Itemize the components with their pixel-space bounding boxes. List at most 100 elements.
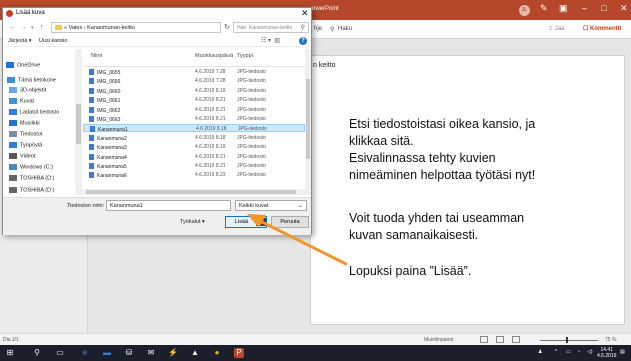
notifications-icon[interactable]: ▤ [620, 349, 625, 355]
pictures-icon [9, 98, 17, 104]
volume-icon[interactable]: ◁) [587, 349, 593, 355]
refresh-icon[interactable]: ↻ [224, 23, 230, 31]
sorter-view-icon[interactable] [496, 336, 504, 343]
file-row[interactable]: IMG_0660 4.6.2019 8.19 JPG-tiedosto [83, 87, 305, 95]
file-list-scrollbar[interactable] [305, 49, 311, 189]
zoom-slider-knob[interactable] [566, 337, 568, 343]
scroll-thumb[interactable] [306, 79, 310, 159]
image-file-icon [89, 163, 94, 169]
app-icon[interactable]: ⚡ [168, 348, 178, 358]
zoom-slider[interactable] [540, 340, 598, 341]
nav-item[interactable]: Ladatut tiedosto [9, 109, 59, 115]
nav-item-label: Työpöytä [20, 142, 43, 149]
edge-icon[interactable]: e [80, 348, 90, 358]
search-icon[interactable]: ⚲ [330, 26, 334, 33]
instruction-line-7: Lopuksi paina ”Lisää”. [349, 264, 472, 278]
network-icon[interactable]: ◔ [577, 349, 580, 355]
nav-item[interactable]: Työpöytä [9, 142, 42, 148]
file-type: JPG-tiedosto [237, 87, 266, 94]
file-row[interactable]: IMG_0655 4.6.2019 7.28 JPG-tiedosto [83, 68, 305, 76]
start-icon[interactable]: ⊞ [5, 348, 15, 358]
tools-button[interactable]: Työkalut ▾ [180, 219, 205, 225]
photos-icon[interactable]: ▲ [190, 348, 200, 358]
back-icon[interactable]: ← [9, 24, 16, 31]
nav-item[interactable]: Tämä tietokone [7, 77, 56, 83]
column-header-type[interactable]: Tyyppi [237, 53, 253, 59]
nav-item[interactable]: TOSHIBA (D:) [9, 187, 54, 193]
file-row[interactable]: Kananmuna4 4.6.2019 8.21 JPG-tiedosto [83, 153, 305, 161]
notes-button[interactable]: Muistiinpanot [424, 337, 453, 343]
file-row[interactable]: Kananmuna3 4.6.2019 8.19 JPG-tiedosto [83, 143, 305, 151]
ribbon-display-icon[interactable]: ▣ [559, 3, 568, 14]
taskbar-clock[interactable]: 14.41 4.6.2019 [597, 347, 616, 359]
search-taskbar-icon[interactable]: ⚲ [32, 348, 42, 358]
organize-button[interactable]: Järjestä ▾ [8, 38, 32, 44]
comments-button[interactable]: ☐ Kommentit [583, 25, 621, 32]
powerpoint-taskbar-icon[interactable]: P [234, 348, 244, 358]
image-file-icon [89, 116, 94, 122]
navigation-scrollbar[interactable] [75, 49, 82, 189]
maximize-icon[interactable]: □ [601, 3, 606, 13]
scroll-thumb[interactable] [76, 104, 81, 144]
search-input[interactable]: Hae: Kananmunan-keitto ⚲ [233, 22, 309, 33]
pen-icon[interactable]: ✎ [540, 3, 548, 14]
horizontal-scrollbar[interactable] [76, 189, 311, 195]
new-folder-button[interactable]: Uusi kansio [39, 38, 67, 44]
chrome-icon[interactable]: ● [212, 348, 222, 358]
tab-search[interactable]: Haku [338, 26, 352, 32]
filename-input[interactable]: Kananmuna1 [106, 200, 231, 211]
scroll-thumb[interactable] [86, 190, 296, 194]
file-row[interactable]: Kananmuna5 4.6.2019 8.21 JPG-tiedosto [83, 162, 305, 170]
view-options-icon[interactable]: ☷ ▾ ▥ [261, 37, 280, 44]
help-icon[interactable]: ? [299, 37, 307, 45]
close-icon[interactable]: ✕ [301, 8, 309, 19]
file-row[interactable]: IMG_0656 4.6.2019 7.28 JPG-tiedosto [83, 77, 305, 85]
comments-label: Kommentit [590, 26, 622, 32]
nav-item[interactable]: Kuvat [9, 98, 34, 104]
nav-item[interactable]: Videot [9, 153, 36, 159]
instruction-line-2: klikkaa sitä. [349, 134, 414, 148]
reading-view-icon[interactable] [512, 336, 520, 343]
nav-item[interactable]: Musiikki [9, 120, 40, 126]
dialog-toolbar: Järjestä ▾ Uusi kansio ☷ ▾ ▥ ? [3, 35, 311, 47]
file-row[interactable]: Kananmuna2 4.6.2019 8.18 JPG-tiedosto [83, 134, 305, 142]
user-avatar[interactable]: JL [519, 5, 530, 16]
filetype-select[interactable]: Kaikki kuvat ⌄ [235, 200, 307, 211]
file-row[interactable]: IMG_0662 4.6.2019 8.21 JPG-tiedosto [83, 106, 305, 114]
forward-icon[interactable]: → [20, 24, 27, 31]
column-header-date[interactable]: Muokkauspäivä [195, 53, 233, 59]
nav-item[interactable]: Windows (C:) [9, 164, 53, 170]
nav-item[interactable]: 3D-objektit [9, 87, 46, 93]
address-path[interactable]: « Vates › Kananmunan-keitto [51, 22, 221, 33]
recent-dropdown-icon[interactable]: ▾ [31, 25, 34, 31]
add-button[interactable]: Lisää ▾ [225, 216, 267, 228]
file-row[interactable]: Kananmuna1 4.6.2019 8.18 JPG-tiedosto [83, 124, 305, 133]
tab-help[interactable]: hje [314, 26, 322, 32]
slide-canvas[interactable] [310, 55, 625, 325]
store-icon[interactable]: ⛁ [124, 348, 134, 358]
file-row[interactable]: Kananmuna6 4.6.2019 8.23 JPG-tiedosto [83, 171, 305, 179]
zoom-level[interactable]: 75 % [605, 337, 616, 343]
normal-view-icon[interactable] [480, 336, 488, 343]
task-view-icon[interactable]: ▭ [55, 348, 65, 358]
file-date: 4.6.2019 8.19 [195, 87, 226, 94]
nav-item[interactable]: OneDrive [6, 62, 40, 68]
share-button[interactable]: ⇪ Jaa [548, 25, 564, 32]
up-icon[interactable]: ↑ [40, 24, 44, 31]
tray-arrow-icon[interactable]: ^ [555, 349, 557, 355]
file-name-cell: Kananmuna3 [89, 144, 127, 151]
file-explorer-icon[interactable]: ▬ [102, 348, 112, 358]
add-dropdown-icon[interactable]: ▾ [256, 218, 266, 226]
nav-item[interactable]: Tiedostot [9, 131, 42, 137]
window-close-icon[interactable]: ✕ [620, 3, 628, 14]
cancel-button[interactable]: Peruuta [271, 216, 309, 228]
file-row[interactable]: IMG_0663 4.6.2019 8.21 JPG-tiedosto [83, 115, 305, 123]
file-row[interactable]: IMG_0661 4.6.2019 8.21 JPG-tiedosto [83, 96, 305, 104]
battery-icon[interactable]: ▭ [566, 349, 571, 355]
mail-icon[interactable]: ✉ [146, 348, 156, 358]
file-date: 4.6.2019 8.21 [195, 116, 226, 122]
nav-item[interactable]: TOSHIBA (D:) [9, 175, 54, 181]
people-icon[interactable]: ♟ [538, 349, 542, 355]
column-header-name[interactable]: Nimi [91, 53, 102, 59]
minimize-icon[interactable]: – [582, 3, 587, 13]
